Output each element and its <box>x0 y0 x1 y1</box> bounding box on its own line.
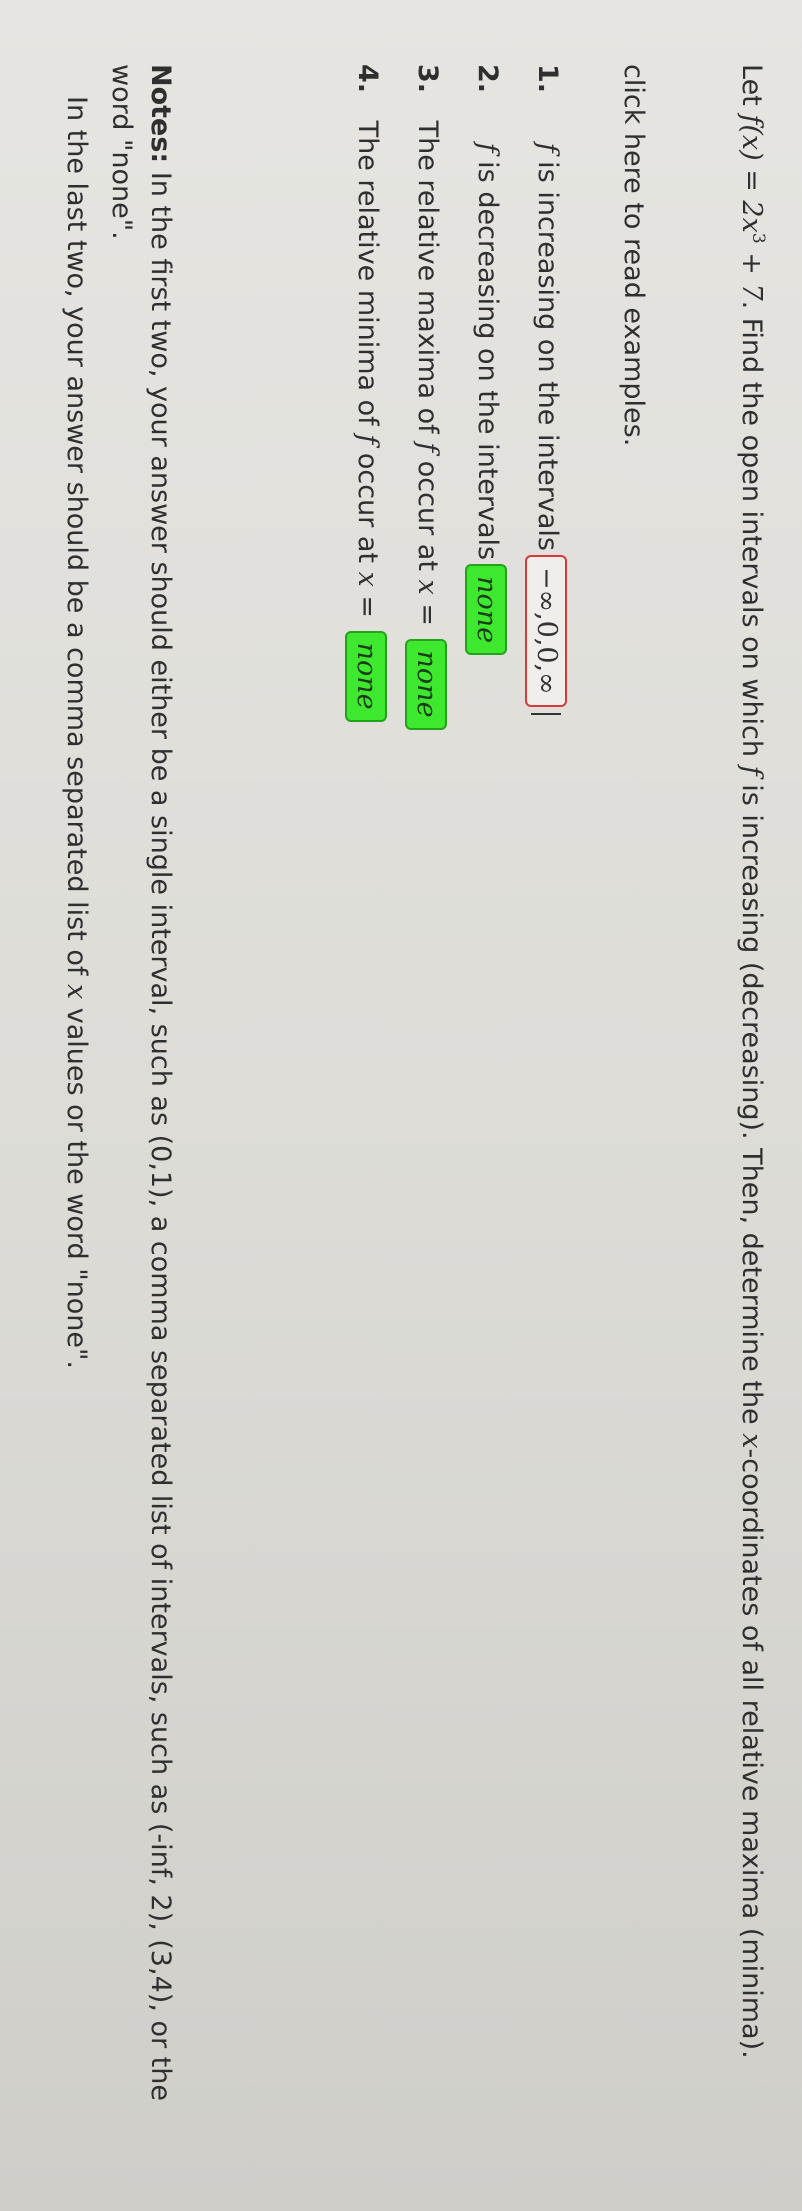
item-number: 1. <box>532 64 563 94</box>
decreasing-answer-input[interactable]: none <box>465 564 508 656</box>
maxima-answer-input[interactable]: none <box>405 638 448 730</box>
question-text: Let f(x) = 2x3 + 7. Find the open interv… <box>732 64 770 2144</box>
question-text-part3: -coordinates of all relative maxima (min… <box>736 1448 767 2059</box>
function-exponent: 3 <box>748 232 768 244</box>
x-symbol: x <box>61 983 92 1000</box>
notes-paragraph-2: In the last two, your answer should be a… <box>61 96 92 2096</box>
examples-link[interactable]: click here to read examples. <box>618 64 649 446</box>
notes-text: In the first two, your answer should eit… <box>105 64 176 2101</box>
question-text-part1: . Find the open intervals on which <box>736 300 767 766</box>
item-minima: 4. The relative minima of f occur at x =… <box>344 64 390 722</box>
item-decreasing: 2. f is decreasing on the intervalsnone <box>464 64 510 656</box>
f-symbol: f <box>352 434 383 445</box>
x-symbol: x <box>352 571 383 587</box>
increasing-answer-input[interactable]: −∞,0,0,∞ <box>525 554 568 707</box>
question-f-symbol: f <box>736 765 767 776</box>
problem-page: Let f(x) = 2x3 + 7. Find the open interv… <box>0 0 802 2211</box>
item-label: is increasing on the intervals <box>532 152 563 551</box>
item-number: 3. <box>412 64 443 94</box>
item-number: 4. <box>352 64 383 94</box>
function-definition: f(x) = 2x3 + 7 <box>736 114 768 301</box>
f-symbol: f <box>532 142 563 153</box>
text-cursor <box>531 712 562 715</box>
notes-text: In the last two, your answer should be a… <box>61 96 92 984</box>
equals-sign: = <box>352 586 383 627</box>
question-x-symbol: x <box>736 1433 767 1449</box>
question-let: Let <box>736 64 767 115</box>
notes-paragraph: Notes: In the first two, your answer sho… <box>102 64 180 2164</box>
item-label: occur at <box>352 444 383 572</box>
function-tail: + 7 <box>736 243 767 301</box>
item-label: is decreasing on the intervals <box>472 152 503 561</box>
minima-answer-input[interactable]: none <box>345 630 388 722</box>
item-label: occur at <box>412 452 443 580</box>
item-increasing: 1. f is increasing on the intervals−∞,0,… <box>524 64 570 715</box>
question-text-part2: is increasing (decreasing). Then, determ… <box>736 775 767 1434</box>
x-symbol: x <box>412 579 443 595</box>
equals-sign: = <box>412 594 443 635</box>
function-base: f(x) = 2x <box>736 114 767 233</box>
f-symbol: f <box>412 442 443 453</box>
item-number: 2. <box>472 64 503 94</box>
notes-heading: Notes: <box>145 64 176 164</box>
notes-text: values or the word "none". <box>61 999 92 1369</box>
item-label: The relative maxima of <box>412 120 443 443</box>
item-label: The relative minima of <box>352 120 383 435</box>
item-maxima: 3. The relative maxima of f occur at x =… <box>404 64 450 730</box>
f-symbol: f <box>472 142 503 153</box>
